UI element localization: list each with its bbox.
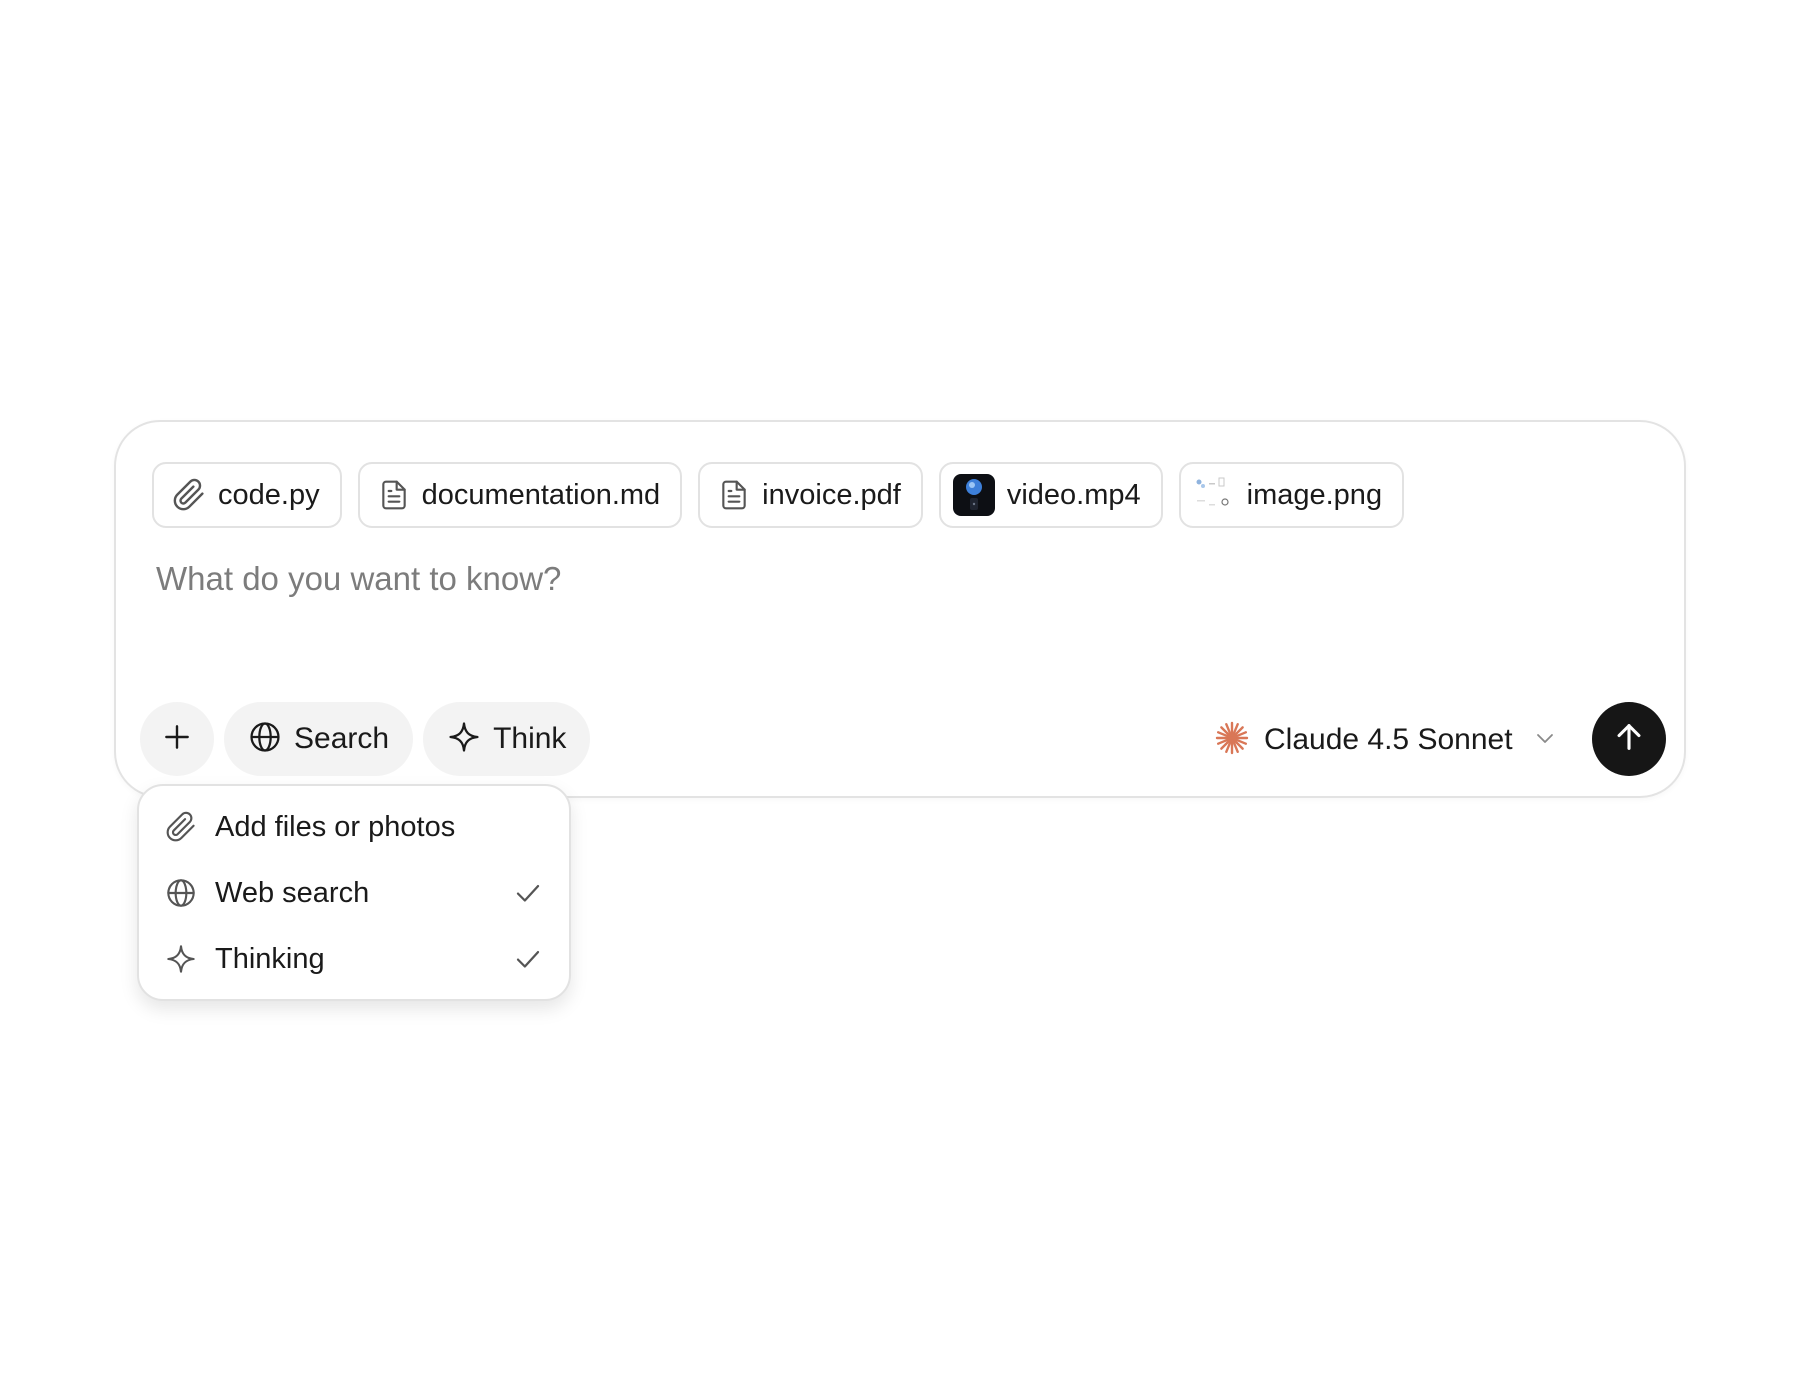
file-icon bbox=[718, 478, 750, 512]
attachment-chip-invoice-pdf[interactable]: invoice.pdf bbox=[698, 462, 923, 528]
attachment-name: invoice.pdf bbox=[762, 478, 901, 511]
file-icon bbox=[378, 478, 410, 512]
video-thumbnail bbox=[952, 474, 995, 516]
globe-icon bbox=[248, 720, 282, 759]
add-menu-dropdown: Add files or photos Web search Thinking bbox=[137, 784, 571, 1001]
search-toggle-button[interactable]: Search bbox=[224, 702, 414, 776]
sparkle-icon bbox=[447, 720, 481, 759]
menu-item-label: Thinking bbox=[215, 942, 325, 975]
add-button[interactable] bbox=[140, 702, 214, 776]
menu-item-web-search[interactable]: Web search bbox=[139, 860, 569, 926]
paperclip-icon bbox=[172, 478, 206, 512]
model-selector[interactable]: Claude 4.5 Sonnet bbox=[1214, 712, 1557, 768]
send-button[interactable] bbox=[1592, 702, 1666, 776]
attachment-chip-video-mp4[interactable]: video.mp4 bbox=[938, 462, 1163, 528]
attachment-name: video.mp4 bbox=[1006, 478, 1141, 511]
chat-composer: code.py documentation.md invoice.pdf vid… bbox=[114, 420, 1686, 798]
menu-item-label: Web search bbox=[215, 876, 370, 909]
attachment-chip-code-py[interactable]: code.py bbox=[152, 462, 342, 528]
think-toggle-button[interactable]: Think bbox=[423, 702, 591, 776]
attachment-list: code.py documentation.md invoice.pdf vid… bbox=[152, 462, 1405, 528]
search-label: Search bbox=[294, 722, 390, 755]
think-label: Think bbox=[493, 722, 567, 755]
sparkle-icon bbox=[165, 943, 197, 975]
menu-item-thinking[interactable]: Thinking bbox=[139, 926, 569, 992]
composer-toolbar: Search Think bbox=[140, 702, 591, 776]
plus-icon bbox=[161, 721, 193, 758]
claude-logo-icon bbox=[1214, 720, 1250, 761]
checkmark-icon bbox=[513, 878, 543, 908]
attachment-name: code.py bbox=[218, 478, 320, 511]
menu-item-label: Add files or photos bbox=[215, 810, 456, 843]
chevron-down-icon bbox=[1533, 726, 1557, 755]
model-name: Claude 4.5 Sonnet bbox=[1264, 723, 1513, 756]
globe-icon bbox=[165, 877, 197, 909]
paperclip-icon bbox=[165, 811, 197, 843]
attachment-chip-documentation-md[interactable]: documentation.md bbox=[357, 462, 683, 528]
checkmark-icon bbox=[513, 944, 543, 974]
image-thumbnail bbox=[1192, 474, 1235, 516]
arrow-up-icon bbox=[1612, 720, 1646, 759]
attachment-name: image.png bbox=[1246, 478, 1383, 511]
attachment-name: documentation.md bbox=[421, 478, 661, 511]
prompt-input[interactable] bbox=[156, 560, 1636, 640]
menu-item-add-files[interactable]: Add files or photos bbox=[139, 794, 569, 860]
attachment-chip-image-png[interactable]: image.png bbox=[1178, 462, 1405, 528]
